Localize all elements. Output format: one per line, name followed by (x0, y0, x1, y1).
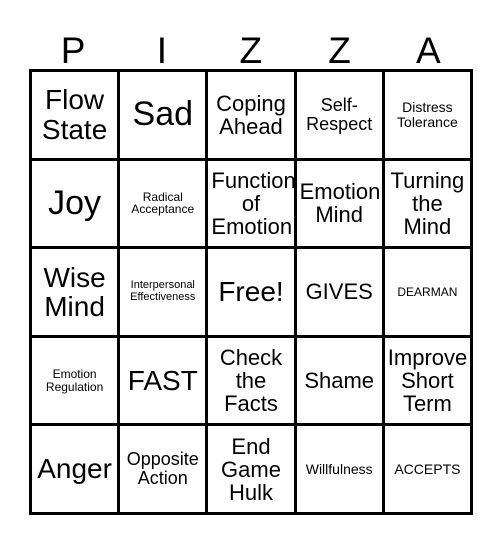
bingo-grid: Flow State Sad Coping Ahead Self-Respect Dis… (29, 69, 473, 515)
bingo-cell[interactable]: Flow State (32, 72, 121, 161)
bingo-cell[interactable]: ACCEPTS (384, 426, 473, 515)
bingo-cell[interactable]: DEARMAN (384, 249, 473, 338)
bingo-cell-label: Wise Mind (43, 261, 106, 322)
bingo-cell[interactable]: FAST (120, 337, 209, 427)
bingo-cell-label: Interpersonal Effectiveness (130, 279, 196, 303)
bingo-cell-label: GIVES (305, 279, 373, 305)
bingo-cell[interactable]: Check the Facts (208, 337, 297, 427)
bingo-cell-label: Check the Facts (219, 344, 283, 417)
bingo-cell-label: Self-Respect (306, 94, 373, 134)
bingo-header-letter-2: Z (239, 30, 263, 71)
bingo-cell-label: Turning the Mind (390, 167, 465, 239)
bingo-cell[interactable]: Function of Emotion (208, 160, 297, 250)
bingo-cell[interactable]: Turning the Mind (384, 160, 473, 250)
bingo-cell[interactable]: Distress Tolerance (384, 72, 473, 161)
bingo-cell[interactable]: Wise Mind (32, 249, 121, 338)
bingo-header-letter-0: P (60, 30, 86, 71)
bingo-cell-label: Shame (304, 368, 375, 394)
bingo-cell-label: Emotion Mind (299, 179, 381, 228)
bingo-cell-label: Coping Ahead (216, 90, 286, 139)
bingo-header-letter-3: Z (328, 30, 352, 71)
bingo-cell-label: ACCEPTS (394, 460, 461, 477)
bingo-cell-label: FAST (127, 364, 198, 396)
bingo-header-letter-4: A (415, 30, 442, 71)
bingo-cell-label: Improve Short Term (387, 344, 468, 417)
bingo-cell-label: Function of Emotion (211, 167, 296, 239)
bingo-header-row: P I Z Z A (29, 24, 473, 69)
bingo-cell[interactable]: Improve Short Term (384, 337, 473, 427)
bingo-cell[interactable]: GIVES (296, 249, 385, 338)
bingo-header-letter-1: I (156, 30, 168, 71)
bingo-cell[interactable]: Joy (32, 160, 121, 250)
bingo-cell[interactable]: Radical Acceptance (120, 160, 209, 250)
bingo-cell-label: End Game Hulk (221, 433, 281, 505)
bingo-cell-label: Flow State (41, 84, 108, 145)
bingo-cell-label: Willfulness (305, 460, 373, 477)
bingo-cell-label: Emotion Regulation (45, 367, 104, 394)
bingo-cell[interactable]: Emotion Mind (296, 160, 385, 250)
bingo-cell-label: Free! (218, 276, 284, 308)
bingo-cell[interactable]: Shame (296, 337, 385, 427)
bingo-cell[interactable]: Free! (208, 249, 297, 338)
bingo-cell[interactable]: Anger (32, 426, 121, 515)
bingo-cell-label: Sad (132, 94, 194, 133)
bingo-cell-label: Anger (37, 453, 112, 485)
bingo-cell-label: Joy (48, 183, 102, 222)
bingo-cell-label: Distress Tolerance (397, 99, 458, 130)
bingo-cell-label: Radical Acceptance (131, 189, 195, 217)
bingo-cell-label: DEARMAN (397, 284, 458, 299)
bingo-card: P I Z Z A Flow State Sad Coping Ahead Self-… (0, 0, 501, 544)
bingo-cell[interactable]: Willfulness (296, 426, 385, 515)
bingo-cell[interactable]: End Game Hulk (208, 426, 297, 515)
bingo-cell[interactable]: Self-Respect (296, 72, 385, 161)
bingo-cell[interactable]: Opposite Action (120, 426, 209, 515)
bingo-cell-label: Opposite Action (126, 449, 199, 489)
bingo-cell[interactable]: Coping Ahead (208, 72, 297, 161)
bingo-cell[interactable]: Emotion Regulation (32, 337, 121, 427)
bingo-cell[interactable]: Interpersonal Effectiveness (120, 249, 209, 338)
bingo-cell[interactable]: Sad (120, 72, 209, 161)
